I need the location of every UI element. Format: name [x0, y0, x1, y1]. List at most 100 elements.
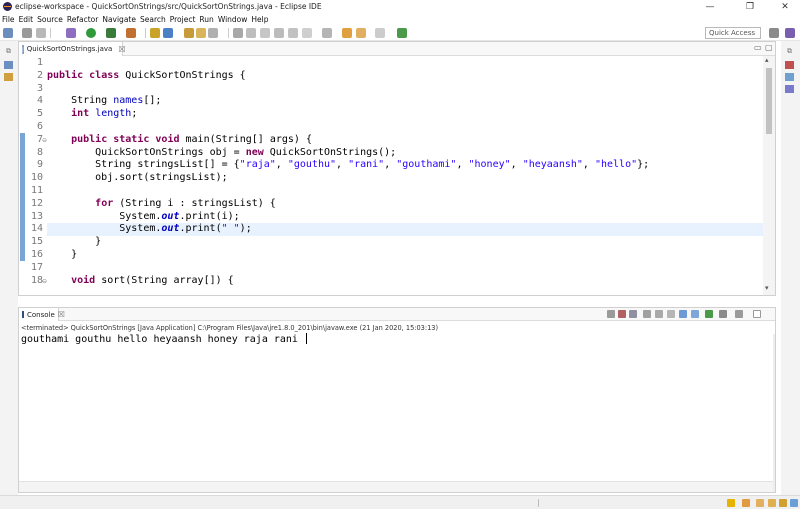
scroll-lock-icon[interactable]	[655, 310, 663, 318]
code-area[interactable]: public class QuickSortOnStrings { String…	[47, 56, 763, 295]
console-vertical-scrollbar[interactable]	[773, 334, 775, 492]
display-selected-console-icon[interactable]	[719, 310, 727, 318]
console-output-text: gouthami gouthu hello heyaansh honey raj…	[21, 334, 304, 345]
show-on-stdout-icon[interactable]	[679, 310, 687, 318]
code-token: main(String[]	[179, 133, 270, 145]
code-token: ,	[510, 159, 523, 171]
scrollbar-thumb[interactable]	[766, 68, 772, 134]
console-tab[interactable]: Console ☒	[19, 308, 65, 321]
menu-help[interactable]: Help	[251, 15, 268, 24]
console-output[interactable]: gouthami gouthu hello heyaansh honey raj…	[21, 333, 307, 346]
open-task-icon[interactable]	[196, 28, 206, 38]
outline-view-icon[interactable]	[785, 73, 794, 81]
code-token: : stringsList) {	[173, 197, 276, 209]
link-icon[interactable]	[768, 499, 776, 507]
menu-run[interactable]: Run	[199, 15, 213, 24]
save-all-icon[interactable]	[36, 28, 46, 38]
menu-refactor[interactable]: Refactor	[67, 15, 98, 24]
terminate-icon[interactable]	[607, 310, 615, 318]
outline-icon[interactable]	[4, 73, 13, 81]
task-icon[interactable]	[756, 499, 764, 507]
annotation-icon[interactable]	[233, 28, 243, 38]
pin-console-icon[interactable]	[705, 310, 713, 318]
problems-view-icon[interactable]	[785, 85, 794, 93]
menu-source[interactable]: Source	[37, 15, 63, 24]
debug-icon[interactable]	[66, 28, 76, 38]
line-number: 4	[36, 95, 43, 107]
menu-search[interactable]: Search	[140, 15, 166, 24]
minimize-view-icon[interactable]: ▭	[754, 43, 762, 52]
toggle-breadcrumb-icon[interactable]	[246, 28, 256, 38]
remove-launch-icon[interactable]	[618, 310, 626, 318]
run-icon[interactable]	[86, 28, 96, 38]
menu-edit[interactable]: Edit	[19, 15, 34, 24]
code-token: names	[113, 95, 144, 107]
editor-tab-bar: J QuickSortOnStrings.java ☒ ▭ ▢	[19, 42, 775, 56]
close-tab-icon[interactable]: ☒	[58, 310, 65, 319]
marketplace-icon[interactable]	[790, 499, 798, 507]
new-package-icon[interactable]	[163, 28, 173, 38]
code-token: int	[71, 108, 90, 120]
scroll-up-icon[interactable]: ▴	[765, 56, 769, 64]
pin-editor-icon[interactable]	[397, 28, 407, 38]
minimize-button[interactable]: —	[695, 0, 725, 13]
next-annotation-icon[interactable]	[322, 28, 332, 38]
mark-occurrences-icon[interactable]	[260, 28, 270, 38]
editor-tab[interactable]: J QuickSortOnStrings.java ☒	[19, 42, 125, 56]
restore-icon[interactable]: ⧉	[4, 47, 13, 55]
new-java-project-icon[interactable]	[150, 28, 160, 38]
status-separator	[538, 499, 539, 507]
console-horizontal-scrollbar[interactable]	[19, 481, 773, 492]
maximize-button[interactable]: ❐	[735, 0, 765, 13]
scroll-down-icon[interactable]: ▾	[765, 284, 769, 292]
code-token: " "	[221, 223, 240, 235]
toolbar-separator	[50, 28, 51, 38]
code-token: out	[161, 223, 180, 235]
clear-console-icon[interactable]	[643, 310, 651, 318]
package-explorer-icon[interactable]	[4, 61, 13, 69]
quick-access-input[interactable]: Quick Access	[705, 27, 761, 39]
notification-icon[interactable]	[742, 499, 750, 507]
show-whitespace-icon[interactable]	[302, 28, 312, 38]
open-perspective-icon[interactable]	[769, 28, 779, 38]
code-token: new	[245, 146, 264, 158]
restore-icon[interactable]: ⧉	[785, 47, 794, 55]
close-tab-icon[interactable]: ☒	[118, 45, 125, 54]
menu-navigate[interactable]: Navigate	[102, 15, 136, 24]
maximize-view-icon[interactable]: ▢	[765, 43, 773, 52]
tip-icon[interactable]	[727, 499, 735, 507]
edit-icon[interactable]	[779, 499, 787, 507]
block-selection-icon[interactable]	[288, 28, 298, 38]
back-icon[interactable]	[356, 28, 366, 38]
word-wrap-icon[interactable]	[667, 310, 675, 318]
remove-all-terminated-icon[interactable]	[629, 310, 637, 318]
external-tools-icon[interactable]	[126, 28, 136, 38]
code-token: obj.sort(stringsList);	[47, 172, 228, 184]
close-button[interactable]: ✕	[770, 0, 800, 13]
code-token: "gouthu"	[287, 159, 337, 171]
new-icon[interactable]	[3, 28, 13, 38]
forward-icon[interactable]	[375, 28, 385, 38]
code-token: [] = {	[203, 159, 240, 171]
line-number: 15	[30, 236, 43, 248]
open-console-icon[interactable]	[735, 310, 743, 318]
minimize-view-icon[interactable]	[753, 310, 761, 318]
menu-project[interactable]: Project	[170, 15, 196, 24]
open-type-icon[interactable]	[184, 28, 194, 38]
line-number: 2	[36, 69, 43, 81]
task-list-icon[interactable]	[785, 61, 794, 69]
line-number: 9	[36, 159, 43, 171]
menu-window[interactable]: Window	[218, 15, 248, 24]
code-token: void	[155, 133, 180, 145]
show-on-stderr-icon[interactable]	[691, 310, 699, 318]
coverage-icon[interactable]	[106, 28, 116, 38]
search-icon[interactable]	[208, 28, 218, 38]
editor-vertical-scrollbar[interactable]: ▴ ▾	[763, 56, 775, 295]
code-token: length	[95, 108, 132, 120]
word-wrap-icon[interactable]	[274, 28, 284, 38]
save-icon[interactable]	[22, 28, 32, 38]
last-edit-icon[interactable]	[342, 28, 352, 38]
java-perspective-icon[interactable]	[785, 28, 795, 38]
menu-file[interactable]: File	[2, 15, 15, 24]
code-token: "honey"	[468, 159, 511, 171]
